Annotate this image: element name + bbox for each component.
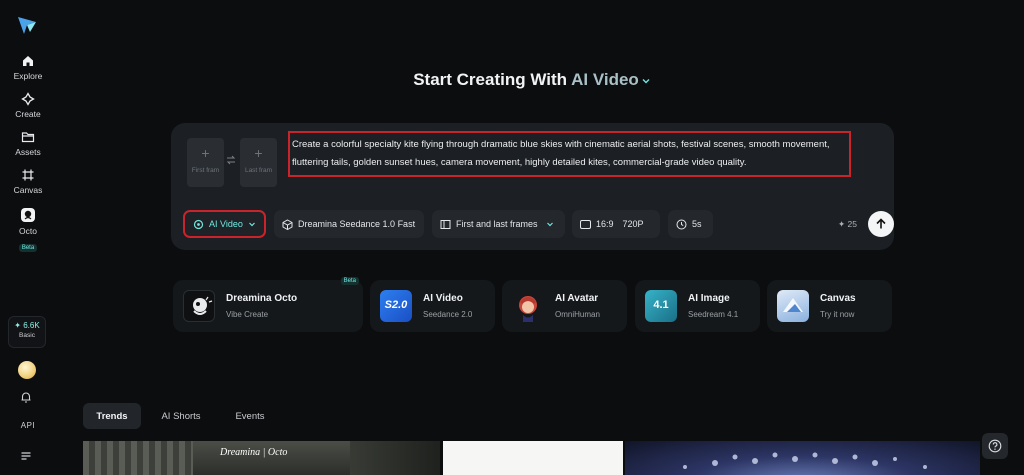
tool-name: Canvas — [820, 293, 856, 304]
ratio-label: 16:9 — [596, 219, 614, 229]
seedream-icon: 4.1 — [645, 290, 677, 322]
tool-subtitle: OmniHuman — [555, 310, 600, 319]
api-link[interactable]: API — [0, 421, 56, 430]
tool-card-ai-video[interactable]: S2.0 AI Video Seedance 2.0 — [370, 280, 495, 332]
tab-ai-shorts[interactable]: AI Shorts — [149, 403, 213, 429]
canvas-icon — [22, 169, 34, 181]
tool-subtitle: Seedream 4.1 — [688, 310, 739, 319]
beta-badge: Beta — [18, 244, 38, 252]
first-frame-label: First fram — [191, 167, 220, 174]
mode-name: AI Video — [571, 70, 639, 89]
mode-selector[interactable]: AI Video — [571, 70, 651, 89]
frames-selector[interactable]: First and last frames — [432, 210, 565, 238]
tool-card-ai-image[interactable]: 4.1 AI Image Seedream 4.1 — [635, 280, 760, 332]
chevron-down-icon — [546, 222, 553, 227]
canvas-thumbnail-icon — [777, 290, 809, 322]
swap-icon[interactable] — [226, 155, 236, 165]
chevron-down-icon — [642, 78, 650, 84]
frames-icon — [440, 219, 451, 229]
credits-value: ✦ 6.6K — [14, 321, 40, 330]
resolution-label: 720P — [622, 219, 644, 229]
plus-icon: + — [254, 145, 263, 161]
help-icon — [988, 439, 1002, 453]
tool-subtitle: Seedance 2.0 — [423, 310, 473, 319]
sidebar-item-assets[interactable]: Assets — [0, 130, 56, 157]
help-button[interactable] — [982, 433, 1008, 459]
aspect-ratio-icon — [580, 219, 591, 229]
tool-subtitle: Vibe Create — [226, 310, 269, 319]
duration-label: 5s — [692, 219, 702, 229]
avatar-character-icon — [512, 290, 544, 322]
tool-subtitle: Try it now — [820, 310, 855, 319]
clock-icon — [676, 219, 687, 229]
sidebar-item-label: Canvas — [13, 185, 43, 195]
home-icon — [23, 56, 33, 66]
tab-trends[interactable]: Trends — [83, 403, 141, 429]
tool-name: AI Video — [423, 293, 463, 304]
tool-card-ai-avatar[interactable]: AI Avatar OmniHuman — [502, 280, 627, 332]
cube-icon — [282, 218, 293, 230]
model-selector[interactable]: Dreamina Seedance 1.0 Fast — [274, 210, 424, 238]
gallery-thumbnail[interactable] — [443, 441, 623, 475]
gallery-thumbnail[interactable] — [625, 441, 980, 475]
credits-amount: 6.6K — [23, 321, 40, 330]
beta-badge: Beta — [340, 277, 359, 285]
prompt-composer: + First fram + Last fram Create a colorf… — [171, 123, 894, 250]
dreamina-logo[interactable] — [16, 14, 38, 36]
seedance-icon: S2.0 — [380, 290, 412, 322]
octo-icon — [183, 290, 215, 322]
tool-name: AI Image — [688, 293, 730, 304]
model-label: Dreamina Seedance 1.0 Fast — [298, 219, 416, 229]
sidebar-item-label: Assets — [15, 147, 41, 157]
tool-card-dreamina-octo[interactable]: Dreamina Octo Vibe Create Beta — [173, 277, 363, 332]
page-title: Start Creating With AI Video — [0, 70, 1024, 90]
gallery-watermark: Dreamina | Octo — [220, 447, 288, 458]
tab-events[interactable]: Events — [221, 403, 279, 429]
credits-badge[interactable]: ✦ 6.6K Basic — [8, 316, 46, 348]
sidebar-item-canvas[interactable]: Canvas — [0, 168, 56, 195]
video-mode-icon — [193, 219, 204, 229]
frames-label: First and last frames — [456, 219, 538, 229]
sidebar-item-octo[interactable]: Octo Beta — [0, 207, 56, 254]
ratio-resolution-selector[interactable]: 16:9 720P — [572, 210, 660, 238]
plus-icon: + — [201, 145, 210, 161]
tool-name: AI Avatar — [555, 293, 599, 304]
chevron-down-icon — [248, 222, 255, 227]
menu-icon[interactable] — [19, 449, 33, 463]
credit-cost: ✦ 25 — [838, 219, 857, 229]
generation-toolbar: AI Video Dreamina Seedance 1.0 Fast Firs… — [183, 210, 894, 238]
mode-dropdown[interactable]: AI Video — [183, 210, 266, 238]
seedream-icon-text: 4.1 — [653, 299, 669, 311]
first-frame-upload[interactable]: + First fram — [187, 138, 224, 187]
gallery-thumbnail[interactable]: Dreamina | Octo — [83, 441, 440, 475]
plan-label: Basic — [19, 332, 35, 339]
divider — [618, 217, 619, 231]
last-frame-label: Last fram — [244, 167, 273, 174]
sidebar-item-create[interactable]: Create — [0, 92, 56, 119]
mode-dropdown-label: AI Video — [209, 219, 243, 229]
thumbnail-image — [350, 441, 440, 475]
folder-icon — [21, 132, 35, 143]
duration-selector[interactable]: 5s — [668, 210, 713, 238]
avatar[interactable] — [18, 361, 36, 379]
prompt-input[interactable]: Create a colorful specialty kite flying … — [288, 131, 851, 177]
tool-name: Dreamina Octo — [226, 293, 298, 304]
arrow-up-icon — [876, 218, 886, 229]
sidebar-item-label: Octo — [19, 226, 37, 236]
thumbnail-image — [683, 452, 927, 469]
thumbnail-image — [83, 441, 193, 475]
seedance-icon-text: S2.0 — [384, 299, 408, 311]
generate-button[interactable] — [868, 211, 894, 237]
sparkle-icon — [21, 92, 35, 106]
sidebar-item-label: Create — [15, 109, 41, 119]
bell-icon[interactable] — [19, 390, 33, 404]
last-frame-upload[interactable]: + Last fram — [240, 138, 277, 187]
tool-card-canvas[interactable]: Canvas Try it now — [767, 280, 892, 332]
credit-cost-value: 25 — [847, 219, 857, 229]
octo-icon — [21, 208, 35, 222]
title-prefix: Start Creating With — [413, 70, 567, 89]
